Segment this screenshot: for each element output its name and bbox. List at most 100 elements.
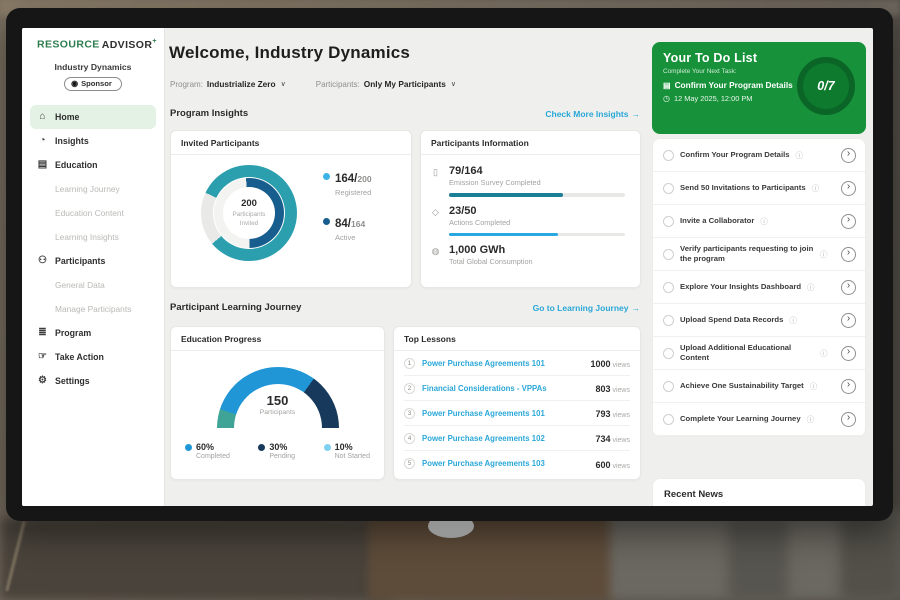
background-stripe	[728, 520, 788, 600]
sidebar-item-home[interactable]: ⌂ Home	[30, 105, 156, 129]
chevron-right-icon[interactable]: ›	[841, 280, 856, 295]
recent-news-title: Recent News	[653, 479, 865, 506]
invited-donut-chart: 200 Participants Invited	[201, 165, 297, 261]
rank-badge: 5	[404, 458, 415, 469]
stats-list: ▯ 79/164 Emission Survey Completed ◇ 23/…	[421, 155, 640, 266]
task-sheet-icon: ▤	[663, 81, 671, 90]
chevron-right-icon[interactable]: ›	[841, 148, 856, 163]
sidebar-item-settings[interactable]: ⚙ Settings	[30, 369, 156, 393]
stat-row: ◍ 1,000 GWh Total Global Consumption	[429, 244, 628, 266]
info-icon[interactable]: ⓘ	[807, 414, 815, 425]
todo-summary-card: Your To Do List Complete Your Next Task:…	[652, 42, 866, 134]
participants-information-card: Participants Information ▯ 79/164 Emissi…	[420, 130, 641, 288]
background-bottom-left	[0, 518, 390, 600]
lesson-link[interactable]: Power Purchase Agreements 101	[422, 409, 588, 418]
info-icon[interactable]: ⓘ	[820, 249, 828, 260]
info-icon[interactable]: ⓘ	[820, 348, 828, 359]
program-filter[interactable]: Program: Industrialize Zero ∨	[170, 79, 286, 89]
settings-icon: ⚙	[37, 375, 48, 386]
sidebar-item-education-content[interactable]: Education Content	[30, 201, 156, 225]
sidebar-item-participants[interactable]: ⚇ Participants	[30, 249, 156, 273]
todo-task[interactable]: Upload Additional Educational Content ⓘ …	[653, 337, 865, 370]
sidebar-item-insights[interactable]: ◔ Insights	[30, 129, 156, 153]
app-logo: RESOURCEADVISOR+	[37, 38, 164, 51]
chevron-right-icon[interactable]: ›	[841, 181, 856, 196]
top-lessons-card: Top Lessons 1 Power Purchase Agreements …	[393, 326, 641, 480]
participants-icon: ⚇	[37, 255, 48, 266]
views-count: 803views	[595, 379, 630, 397]
todo-task[interactable]: Complete Your Learning Journey ⓘ ›	[653, 403, 865, 436]
views-count: 600views	[595, 455, 630, 473]
todo-panel: Your To Do List Complete Your Next Task:…	[648, 28, 873, 506]
chevron-right-icon[interactable]: ›	[841, 379, 856, 394]
chevron-down-icon: ∨	[451, 80, 456, 88]
donut-legend: 164/200 Registered 84/164 Active	[323, 169, 372, 242]
legend-item: 30% Pending	[258, 442, 295, 460]
info-icon[interactable]: ⓘ	[807, 282, 815, 293]
clipboard-icon: ▯	[429, 167, 442, 197]
insights-icon: ◔	[37, 135, 48, 146]
task-checkbox[interactable]	[663, 282, 674, 293]
filters: Program: Industrialize Zero ∨ Participan…	[170, 79, 456, 89]
task-checkbox[interactable]	[663, 183, 674, 194]
task-checkbox[interactable]	[663, 315, 674, 326]
sidebar-item-manage-participants[interactable]: Manage Participants	[30, 297, 156, 321]
task-checkbox[interactable]	[663, 414, 674, 425]
todo-task[interactable]: Achieve One Sustainability Target ⓘ ›	[653, 370, 865, 403]
task-checkbox[interactable]	[663, 249, 674, 260]
education-icon: ▤	[37, 159, 48, 170]
task-checkbox[interactable]	[663, 381, 674, 392]
lesson-link[interactable]: Power Purchase Agreements 101	[422, 359, 583, 368]
todo-task[interactable]: Confirm Your Program Details ⓘ ›	[653, 139, 865, 172]
program-insights-header: Program Insights Check More Insights→	[170, 108, 640, 119]
lesson-link[interactable]: Power Purchase Agreements 102	[422, 434, 588, 443]
go-to-learning-journey-link[interactable]: Go to Learning Journey→	[533, 303, 640, 313]
chevron-down-icon: ∨	[281, 80, 286, 88]
chevron-right-icon[interactable]: ›	[841, 214, 856, 229]
sidebar-item-learning-journey[interactable]: Learning Journey	[30, 177, 156, 201]
lesson-link[interactable]: Financial Considerations - VPPAs	[422, 384, 588, 393]
info-icon[interactable]: ⓘ	[796, 150, 804, 161]
sponsor-icon: ◉	[71, 80, 78, 88]
lesson-row: 2 Financial Considerations - VPPAs 803vi…	[404, 376, 630, 401]
lesson-row: 4 Power Purchase Agreements 102 734views	[404, 426, 630, 451]
section-title: Participant Learning Journey	[170, 302, 301, 313]
participants-filter[interactable]: Participants: Only My Participants ∨	[316, 79, 456, 89]
sidebar-item-take-action[interactable]: ☞ Take Action	[30, 345, 156, 369]
todo-task[interactable]: Upload Spend Data Records ⓘ ›	[653, 304, 865, 337]
sidebar-item-learning-insights[interactable]: Learning Insights	[30, 225, 156, 249]
todo-task[interactable]: Explore Your Insights Dashboard ⓘ ›	[653, 271, 865, 304]
home-icon: ⌂	[37, 111, 48, 122]
task-checkbox[interactable]	[663, 216, 674, 227]
task-checkbox[interactable]	[663, 150, 674, 161]
todo-task[interactable]: Send 50 Invitations to Participants ⓘ ›	[653, 172, 865, 205]
chevron-right-icon[interactable]: ›	[841, 247, 856, 262]
info-icon[interactable]: ⓘ	[760, 216, 768, 227]
chevron-right-icon[interactable]: ›	[841, 346, 856, 361]
info-icon[interactable]: ⓘ	[812, 183, 820, 194]
stat-row: ▯ 79/164 Emission Survey Completed	[429, 165, 628, 197]
org-name: Industry Dynamics	[22, 62, 164, 72]
chevron-right-icon[interactable]: ›	[841, 412, 856, 427]
legend-dot	[323, 218, 330, 225]
lesson-link[interactable]: Power Purchase Agreements 103	[422, 459, 588, 468]
recent-news-card: Recent News	[652, 478, 866, 506]
info-icon[interactable]: ⓘ	[789, 315, 797, 326]
todo-task[interactable]: Verify participants requesting to join t…	[653, 238, 865, 271]
check-more-insights-link[interactable]: Check More Insights→	[545, 109, 640, 119]
sidebar: RESOURCEADVISOR+ Industry Dynamics ◉ Spo…	[22, 28, 165, 506]
monitor-bezel: RESOURCEADVISOR+ Industry Dynamics ◉ Spo…	[6, 8, 893, 521]
info-icon[interactable]: ⓘ	[810, 381, 818, 392]
todo-task[interactable]: Invite a Collaborator ⓘ ›	[653, 205, 865, 238]
sidebar-item-program[interactable]: ≣ Program	[30, 321, 156, 345]
chevron-right-icon[interactable]: ›	[841, 313, 856, 328]
legend-item: 60% Completed	[185, 442, 230, 460]
dashboard-screen: RESOURCEADVISOR+ Industry Dynamics ◉ Spo…	[22, 28, 873, 506]
task-checkbox[interactable]	[663, 348, 674, 359]
todo-progress-ring: 0/7	[797, 57, 855, 115]
section-title: Program Insights	[170, 108, 248, 119]
sidebar-item-general-data[interactable]: General Data	[30, 273, 156, 297]
sidebar-item-education[interactable]: ▤ Education	[30, 153, 156, 177]
todo-task-list: Confirm Your Program Details ⓘ › Send 50…	[652, 138, 866, 437]
sponsor-badge[interactable]: ◉ Sponsor	[64, 77, 122, 91]
